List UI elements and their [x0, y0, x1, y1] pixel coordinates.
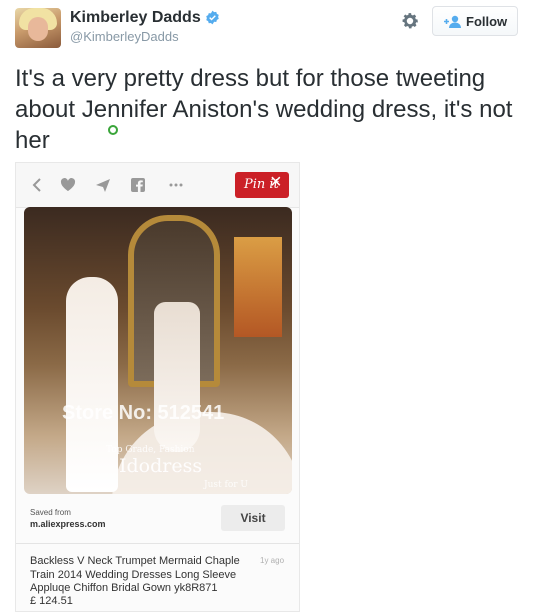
pin-toolbar: Pin it ×	[16, 163, 299, 208]
facebook-icon[interactable]	[130, 177, 146, 193]
close-icon[interactable]: ×	[270, 172, 282, 192]
back-chevron-icon[interactable]	[30, 177, 46, 193]
more-icon[interactable]	[168, 177, 184, 193]
pin-age: 1y ago	[260, 556, 285, 565]
avatar[interactable]	[15, 8, 61, 48]
embedded-pin-screenshot[interactable]: Pin it × Store No: 512541 Top Grade, Fas…	[15, 162, 300, 612]
watermark-just: Just for U	[204, 480, 248, 490]
watermark-top: Top Grade, Fashion	[106, 445, 195, 455]
send-icon[interactable]	[95, 177, 111, 193]
verified-badge-icon	[206, 10, 219, 25]
visit-button[interactable]: Visit	[221, 505, 285, 531]
follow-label: Follow	[466, 14, 508, 29]
follow-button[interactable]: Follow	[432, 6, 518, 36]
pin-price: £ 124.51	[30, 595, 73, 607]
saved-from-label: Saved from	[30, 508, 71, 517]
user-handle[interactable]: @KimberleyDadds	[70, 29, 179, 44]
watermark-store: Store No: 512541	[62, 402, 225, 424]
pin-description: Backless V Neck Trumpet Mermaid Chaple T…	[30, 555, 240, 594]
gear-icon[interactable]	[399, 10, 421, 32]
watermark-brand: Idodress	[119, 455, 203, 477]
saved-from-domain[interactable]: m.aliexpress.com	[30, 519, 106, 529]
divider	[16, 543, 299, 544]
status-dot-icon	[108, 125, 118, 135]
heart-icon[interactable]	[60, 177, 76, 193]
user-name[interactable]: Kimberley Dadds	[70, 9, 201, 27]
wedding-dress-photo[interactable]: Store No: 512541 Top Grade, Fashion Idod…	[24, 207, 292, 494]
add-user-icon	[444, 15, 461, 28]
tweet-text: It's a very pretty dress but for those t…	[15, 65, 513, 154]
